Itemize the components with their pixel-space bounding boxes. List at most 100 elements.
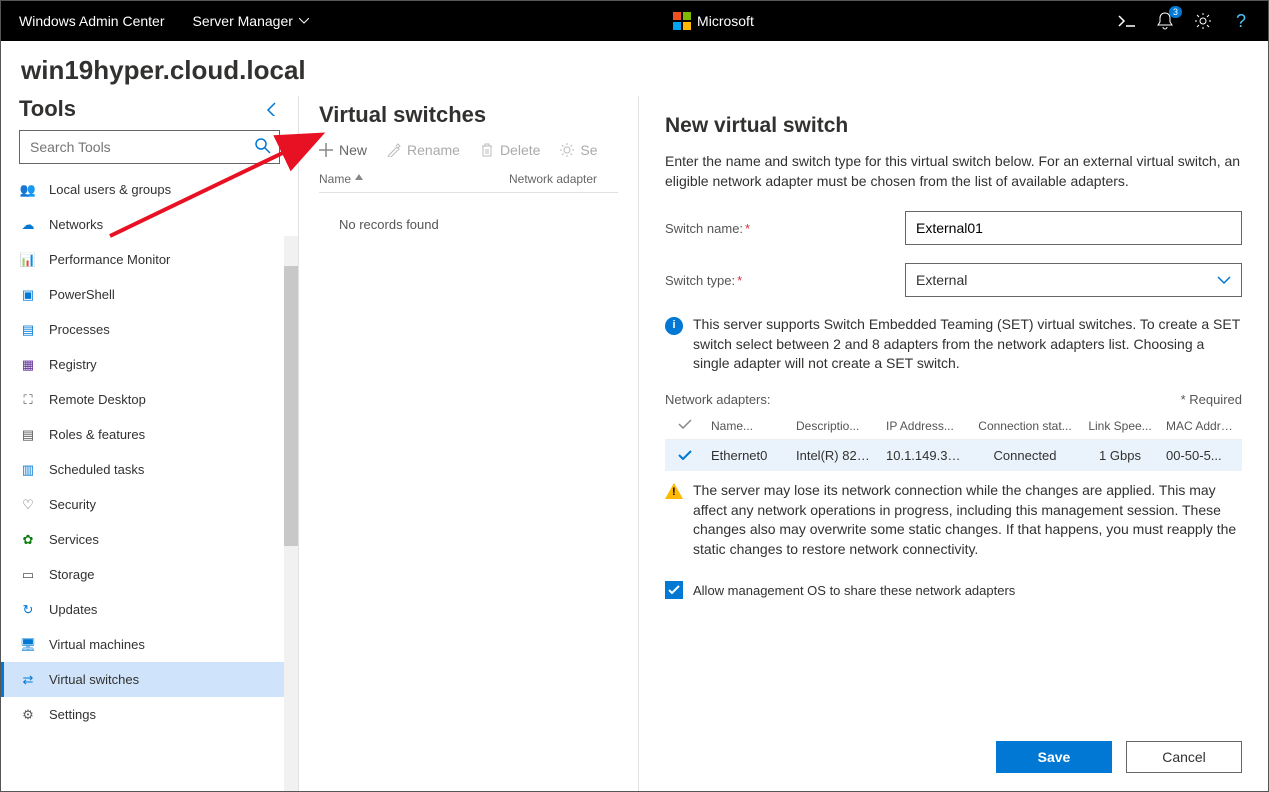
tool-label: Security xyxy=(49,497,96,512)
cancel-button[interactable]: Cancel xyxy=(1126,741,1242,773)
sidebar-item-updates[interactable]: ↻ Updates xyxy=(1,592,298,627)
tool-label: Virtual machines xyxy=(49,637,145,652)
chevron-down-icon xyxy=(299,18,309,24)
adapter-name: Ethernet0 xyxy=(705,448,790,463)
col-adapter-desc[interactable]: Descriptio... xyxy=(790,419,880,433)
notifications-icon[interactable]: 3 xyxy=(1156,12,1174,30)
delete-button-label: Delete xyxy=(500,142,540,158)
sidebar-item-services[interactable]: ✿Services xyxy=(1,522,298,557)
tool-icon: ▥ xyxy=(19,463,37,477)
adapters-label: Network adapters: xyxy=(665,392,771,407)
tool-label: Updates xyxy=(49,602,97,617)
microsoft-logo-icon xyxy=(673,12,691,30)
collapse-sidebar-icon[interactable] xyxy=(266,102,280,116)
tool-label: Virtual switches xyxy=(49,672,139,687)
tool-label: Scheduled tasks xyxy=(49,462,144,477)
col-adapter-speed[interactable]: Link Spee... xyxy=(1080,419,1160,433)
sidebar-item-registry[interactable]: ▦ Registry xyxy=(1,347,298,382)
tools-sidebar: Tools 👥Local users & groups☁Networks📊Per… xyxy=(1,96,299,791)
settings-button-label: Se xyxy=(580,142,597,158)
host-title: win19hyper.cloud.local xyxy=(1,41,1268,96)
search-icon[interactable] xyxy=(254,137,272,155)
sort-asc-icon xyxy=(355,174,363,184)
server-manager-dropdown[interactable]: Server Manager xyxy=(193,13,309,29)
settings-button[interactable]: Se xyxy=(560,142,597,158)
adapter-speed: 1 Gbps xyxy=(1080,448,1160,463)
required-label: * Required xyxy=(1181,392,1242,407)
sidebar-item-virtual-switches[interactable]: ⇄ Virtual switches xyxy=(1,662,298,697)
sidebar-item-security[interactable]: ♡Security xyxy=(1,487,298,522)
tool-icon: ▤ xyxy=(19,323,37,337)
sidebar-item-local-users-groups[interactable]: 👥Local users & groups xyxy=(1,172,298,207)
settings-icon[interactable] xyxy=(1194,12,1212,30)
switch-type-label: Switch type:* xyxy=(665,273,905,288)
adapter-row-check[interactable] xyxy=(665,450,705,460)
console-icon[interactable] xyxy=(1118,12,1136,30)
col-name-header[interactable]: Name xyxy=(319,172,509,186)
topbar: Windows Admin Center Server Manager Micr… xyxy=(1,1,1268,41)
switch-type-value: External xyxy=(916,272,967,288)
switch-type-select[interactable]: External xyxy=(905,263,1242,297)
toolbar: New Rename Delete Se xyxy=(319,142,618,158)
allow-mgmt-row[interactable]: Allow management OS to share these netwo… xyxy=(665,581,1242,599)
tool-label: PowerShell xyxy=(49,287,115,302)
sidebar-item-performance-monitor[interactable]: 📊Performance Monitor xyxy=(1,242,298,277)
ms-brand: Microsoft xyxy=(337,12,1090,30)
switch-name-input[interactable] xyxy=(905,211,1242,245)
tool-icon: 📊 xyxy=(19,253,37,267)
sidebar-item-virtual-machines[interactable]: 🖥Virtual machines xyxy=(1,627,298,662)
tool-label: Settings xyxy=(49,707,96,722)
tool-label: Roles & features xyxy=(49,427,145,442)
adapter-row[interactable]: Ethernet0 Intel(R) 825... 10.1.149.37...… xyxy=(665,440,1242,471)
col-check-header[interactable] xyxy=(665,419,705,433)
tool-icon: ▤ xyxy=(19,428,37,442)
tool-icon: ⚙ xyxy=(19,708,37,722)
tools-scrollbar-thumb[interactable] xyxy=(284,266,298,546)
tool-icon: ↻ xyxy=(19,603,37,617)
tool-icon: ▦ xyxy=(19,358,37,372)
tools-search-input[interactable] xyxy=(19,130,280,164)
plus-icon xyxy=(319,143,333,157)
sidebar-item-storage[interactable]: ▭Storage xyxy=(1,557,298,592)
adapter-ip: 10.1.149.37... xyxy=(880,448,970,463)
new-button[interactable]: New xyxy=(319,142,367,158)
col-adapter-ip[interactable]: IP Address... xyxy=(880,419,970,433)
tool-icon: ⇄ xyxy=(19,673,37,687)
delete-button[interactable]: Delete xyxy=(480,142,540,158)
warning-message: The server may lose its network connecti… xyxy=(665,481,1242,559)
sidebar-item-remote-desktop[interactable]: ⛶Remote Desktop xyxy=(1,382,298,417)
sidebar-item-settings[interactable]: ⚙ Settings xyxy=(1,697,298,732)
col-adapter-conn[interactable]: Connection stat... xyxy=(970,419,1080,433)
info-icon: i xyxy=(665,317,683,335)
adapter-mac: 00-50-5... xyxy=(1160,448,1242,463)
panel-intro: Enter the name and switch type for this … xyxy=(665,152,1242,191)
rename-button-label: Rename xyxy=(407,142,460,158)
sidebar-item-roles-features[interactable]: ▤ Roles & features xyxy=(1,417,298,452)
brand-title[interactable]: Windows Admin Center xyxy=(19,13,165,29)
tool-label: Registry xyxy=(49,357,97,372)
col-adapter-mac[interactable]: MAC Addre... xyxy=(1160,419,1242,433)
chevron-down-icon xyxy=(1217,276,1231,284)
page-title: Virtual switches xyxy=(319,102,618,128)
tool-label: Local users & groups xyxy=(49,182,171,197)
help-icon[interactable]: ? xyxy=(1232,12,1250,30)
tool-icon: ⛶ xyxy=(19,393,37,407)
switch-name-label: Switch name:* xyxy=(665,221,905,236)
tool-icon: ☁ xyxy=(19,218,37,232)
save-button[interactable]: Save xyxy=(996,741,1112,773)
col-adapter-name[interactable]: Name... xyxy=(705,419,790,433)
sidebar-item-networks[interactable]: ☁Networks xyxy=(1,207,298,242)
warning-icon xyxy=(665,483,683,499)
sidebar-item-powershell[interactable]: ▣PowerShell xyxy=(1,277,298,312)
new-switch-panel: New virtual switch Enter the name and sw… xyxy=(638,96,1268,791)
rename-button[interactable]: Rename xyxy=(387,142,460,158)
sidebar-item-processes[interactable]: ▤Processes xyxy=(1,312,298,347)
grid-header: Name Network adapter xyxy=(319,166,618,193)
notifications-badge: 3 xyxy=(1169,6,1182,18)
allow-mgmt-checkbox[interactable] xyxy=(665,581,683,599)
trash-icon xyxy=(480,143,494,157)
adapter-desc: Intel(R) 825... xyxy=(790,448,880,463)
col-name-label: Name xyxy=(319,172,351,186)
sidebar-item-scheduled-tasks[interactable]: ▥ Scheduled tasks xyxy=(1,452,298,487)
col-adapter-header[interactable]: Network adapter xyxy=(509,172,597,186)
